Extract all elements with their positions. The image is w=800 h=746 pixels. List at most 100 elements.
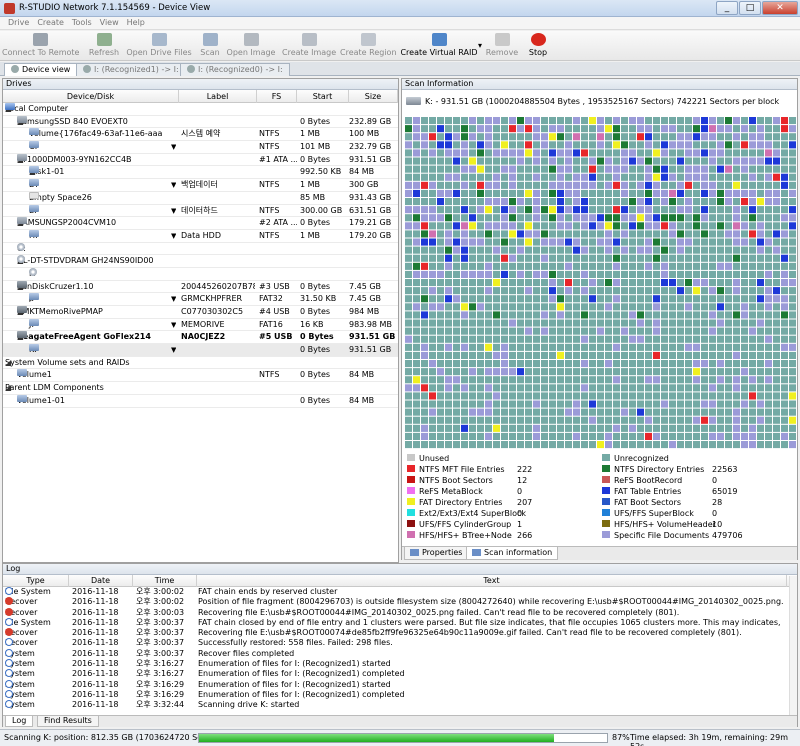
scan-block[interactable] bbox=[501, 117, 508, 125]
scan-block[interactable] bbox=[741, 303, 748, 311]
scan-block[interactable] bbox=[757, 432, 764, 440]
scan-block[interactable] bbox=[485, 141, 492, 149]
scan-block[interactable] bbox=[493, 214, 500, 222]
scan-block[interactable] bbox=[533, 157, 540, 165]
scan-block[interactable] bbox=[597, 262, 604, 270]
scan-block[interactable] bbox=[765, 230, 772, 238]
scan-block[interactable] bbox=[693, 303, 700, 311]
scan-block[interactable] bbox=[557, 335, 564, 343]
scan-block[interactable] bbox=[677, 222, 684, 230]
scan-block[interactable] bbox=[645, 214, 652, 222]
scan-block[interactable] bbox=[741, 214, 748, 222]
scan-block[interactable] bbox=[621, 319, 628, 327]
scan-block[interactable] bbox=[773, 254, 780, 262]
scan-block[interactable] bbox=[541, 441, 548, 449]
scan-block[interactable] bbox=[757, 157, 764, 165]
scan-block[interactable] bbox=[533, 173, 540, 181]
log-row[interactable]: System 2016-11-18 오후 3:16:27 Enumeration of… bbox=[3, 659, 797, 669]
scan-block[interactable] bbox=[637, 327, 644, 335]
scan-block[interactable] bbox=[709, 368, 716, 376]
scan-block[interactable] bbox=[597, 319, 604, 327]
scan-block[interactable] bbox=[677, 149, 684, 157]
scan-block[interactable] bbox=[581, 392, 588, 400]
scan-block[interactable] bbox=[581, 149, 588, 157]
scan-block[interactable] bbox=[421, 343, 428, 351]
scan-block[interactable] bbox=[613, 287, 620, 295]
scan-block[interactable] bbox=[557, 384, 564, 392]
scan-block[interactable] bbox=[453, 133, 460, 141]
scan-block[interactable] bbox=[725, 384, 732, 392]
scan-block[interactable] bbox=[501, 149, 508, 157]
scan-block[interactable] bbox=[645, 141, 652, 149]
scan-block[interactable] bbox=[533, 262, 540, 270]
scan-block[interactable] bbox=[749, 141, 756, 149]
scan-block[interactable] bbox=[541, 392, 548, 400]
scan-block[interactable] bbox=[405, 279, 412, 287]
scan-block[interactable] bbox=[517, 424, 524, 432]
scan-block[interactable] bbox=[589, 327, 596, 335]
scan-block[interactable] bbox=[557, 400, 564, 408]
scan-block[interactable] bbox=[653, 141, 660, 149]
scan-block[interactable] bbox=[413, 295, 420, 303]
scan-block[interactable] bbox=[453, 327, 460, 335]
scan-block[interactable] bbox=[589, 319, 596, 327]
scan-block[interactable] bbox=[445, 311, 452, 319]
scan-block[interactable] bbox=[429, 141, 436, 149]
scan-block[interactable] bbox=[405, 360, 412, 368]
scan-block[interactable] bbox=[541, 384, 548, 392]
scan-block[interactable] bbox=[773, 351, 780, 359]
scan-block[interactable] bbox=[629, 279, 636, 287]
scan-block[interactable] bbox=[461, 441, 468, 449]
scan-block[interactable] bbox=[413, 343, 420, 351]
scan-block[interactable] bbox=[645, 222, 652, 230]
scan-block[interactable] bbox=[461, 189, 468, 197]
scan-block[interactable] bbox=[477, 181, 484, 189]
scan-block[interactable] bbox=[725, 295, 732, 303]
scan-block[interactable] bbox=[749, 117, 756, 125]
scan-block[interactable] bbox=[421, 254, 428, 262]
scan-block[interactable] bbox=[597, 181, 604, 189]
drive-row[interactable]: ◢ Parent LDM Components bbox=[3, 382, 398, 395]
scan-block[interactable] bbox=[773, 400, 780, 408]
scan-block[interactable] bbox=[445, 198, 452, 206]
scan-block[interactable] bbox=[733, 262, 740, 270]
scan-block[interactable] bbox=[629, 125, 636, 133]
scan-block[interactable] bbox=[501, 189, 508, 197]
scan-block[interactable] bbox=[461, 311, 468, 319]
scan-block[interactable] bbox=[765, 117, 772, 125]
scan-block[interactable] bbox=[453, 343, 460, 351]
scan-block[interactable] bbox=[629, 141, 636, 149]
scan-block[interactable] bbox=[597, 400, 604, 408]
scan-block[interactable] bbox=[533, 214, 540, 222]
scan-block[interactable] bbox=[517, 117, 524, 125]
scan-block[interactable] bbox=[533, 181, 540, 189]
scan-block[interactable] bbox=[445, 392, 452, 400]
scan-block[interactable] bbox=[509, 214, 516, 222]
scan-block[interactable] bbox=[565, 125, 572, 133]
open-image-button[interactable]: Open Image bbox=[226, 32, 276, 60]
scan-block[interactable] bbox=[501, 351, 508, 359]
scan-block[interactable] bbox=[621, 392, 628, 400]
scan-block[interactable] bbox=[501, 214, 508, 222]
scan-block[interactable] bbox=[509, 384, 516, 392]
scan-block[interactable] bbox=[677, 376, 684, 384]
scan-block[interactable] bbox=[477, 368, 484, 376]
scan-block[interactable] bbox=[517, 279, 524, 287]
scan-block[interactable] bbox=[437, 238, 444, 246]
scan-block[interactable] bbox=[653, 311, 660, 319]
scan-block[interactable] bbox=[429, 335, 436, 343]
scan-block[interactable] bbox=[509, 133, 516, 141]
scan-block[interactable] bbox=[685, 189, 692, 197]
scan-block[interactable] bbox=[405, 327, 412, 335]
scan-block[interactable] bbox=[525, 198, 532, 206]
scan-block[interactable] bbox=[757, 408, 764, 416]
scan-block[interactable] bbox=[653, 424, 660, 432]
scan-block[interactable] bbox=[709, 173, 716, 181]
scan-block[interactable] bbox=[437, 157, 444, 165]
scan-block[interactable] bbox=[757, 206, 764, 214]
scan-block[interactable] bbox=[517, 157, 524, 165]
scan-block[interactable] bbox=[733, 343, 740, 351]
scan-block[interactable] bbox=[413, 198, 420, 206]
scan-block[interactable] bbox=[445, 238, 452, 246]
scan-block[interactable] bbox=[469, 270, 476, 278]
